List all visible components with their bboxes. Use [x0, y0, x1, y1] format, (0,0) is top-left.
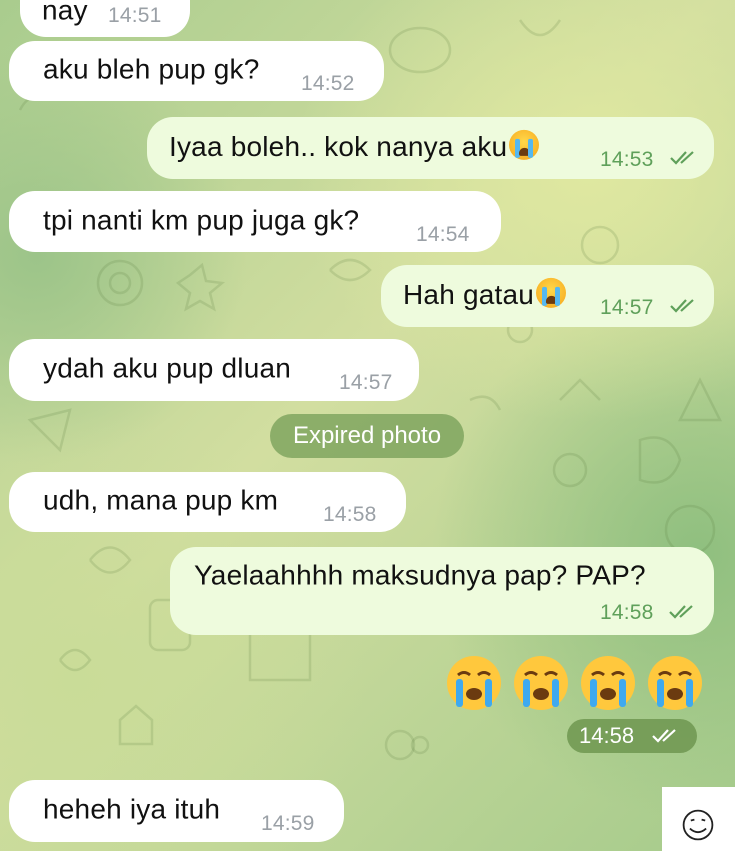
crying-face-emoji [581, 656, 635, 710]
incoming-message[interactable]: udh, mana pup km 14:58 [9, 472, 406, 532]
expired-photo-service-message: Expired photo [270, 414, 464, 458]
message-text-content: Iyaa boleh.. kok nanya aku [169, 130, 508, 162]
message-text-content: Hah gatau [403, 278, 535, 310]
message-text: Hah gatau [403, 277, 567, 311]
message-text: ydah aku pup dluan [43, 352, 292, 384]
message-text: Yaelaahhhh maksudnya pap? PAP? [194, 559, 646, 591]
smiley-face-icon [682, 809, 714, 841]
incoming-message[interactable]: tpi nanti km pup juga gk? 14:54 [9, 191, 501, 252]
message-time: 14:57 [600, 296, 654, 319]
outgoing-message[interactable]: Yaelaahhhh maksudnya pap? PAP? 14:58 [170, 547, 714, 635]
message-text: tpi nanti km pup juga gk? [43, 203, 360, 235]
incoming-message[interactable]: heheh iya ituh 14:59 [9, 780, 344, 842]
outgoing-message[interactable]: Iyaa boleh.. kok nanya aku 14:53 [147, 117, 714, 179]
double-check-icon [669, 605, 693, 619]
message-text: Iyaa boleh.. kok nanya aku [169, 129, 540, 163]
message-time: 14:51 [108, 4, 162, 27]
message-time: 14:58 [579, 723, 635, 748]
message-time: 14:54 [416, 223, 470, 246]
message-time: 14:58 [600, 601, 654, 624]
message-time: 14:52 [301, 72, 355, 95]
service-text: Expired photo [292, 422, 442, 449]
double-check-icon [670, 299, 694, 313]
message-time: 14:53 [600, 148, 654, 171]
double-check-icon [652, 729, 676, 743]
incoming-message[interactable]: ydah aku pup dluan 14:57 [9, 339, 419, 401]
emoji-time-pill: 14:58 [567, 719, 697, 753]
message-text: aku bleh pup gk? [43, 53, 260, 85]
crying-face-emoji [648, 656, 702, 710]
incoming-message[interactable]: aku bleh pup gk? 14:52 [9, 41, 384, 101]
crying-face-emoji [509, 129, 540, 160]
smiley-face-badge [662, 787, 735, 851]
message-text: heheh iya ituh [43, 793, 221, 825]
message-time: 14:58 [323, 503, 377, 526]
message-text: udh, mana pup km [43, 484, 279, 516]
double-check-icon [670, 151, 694, 165]
crying-face-emoji [514, 656, 568, 710]
crying-face-emoji [447, 656, 501, 710]
message-time: 14:59 [261, 812, 315, 835]
incoming-message[interactable]: nay 14:51 [20, 0, 190, 37]
crying-face-emoji [536, 277, 567, 308]
outgoing-message[interactable]: Hah gatau 14:57 [381, 265, 714, 327]
message-text: nay [42, 0, 88, 26]
outgoing-emoji-message[interactable]: 14:58 [440, 650, 720, 760]
message-time: 14:57 [339, 371, 393, 394]
